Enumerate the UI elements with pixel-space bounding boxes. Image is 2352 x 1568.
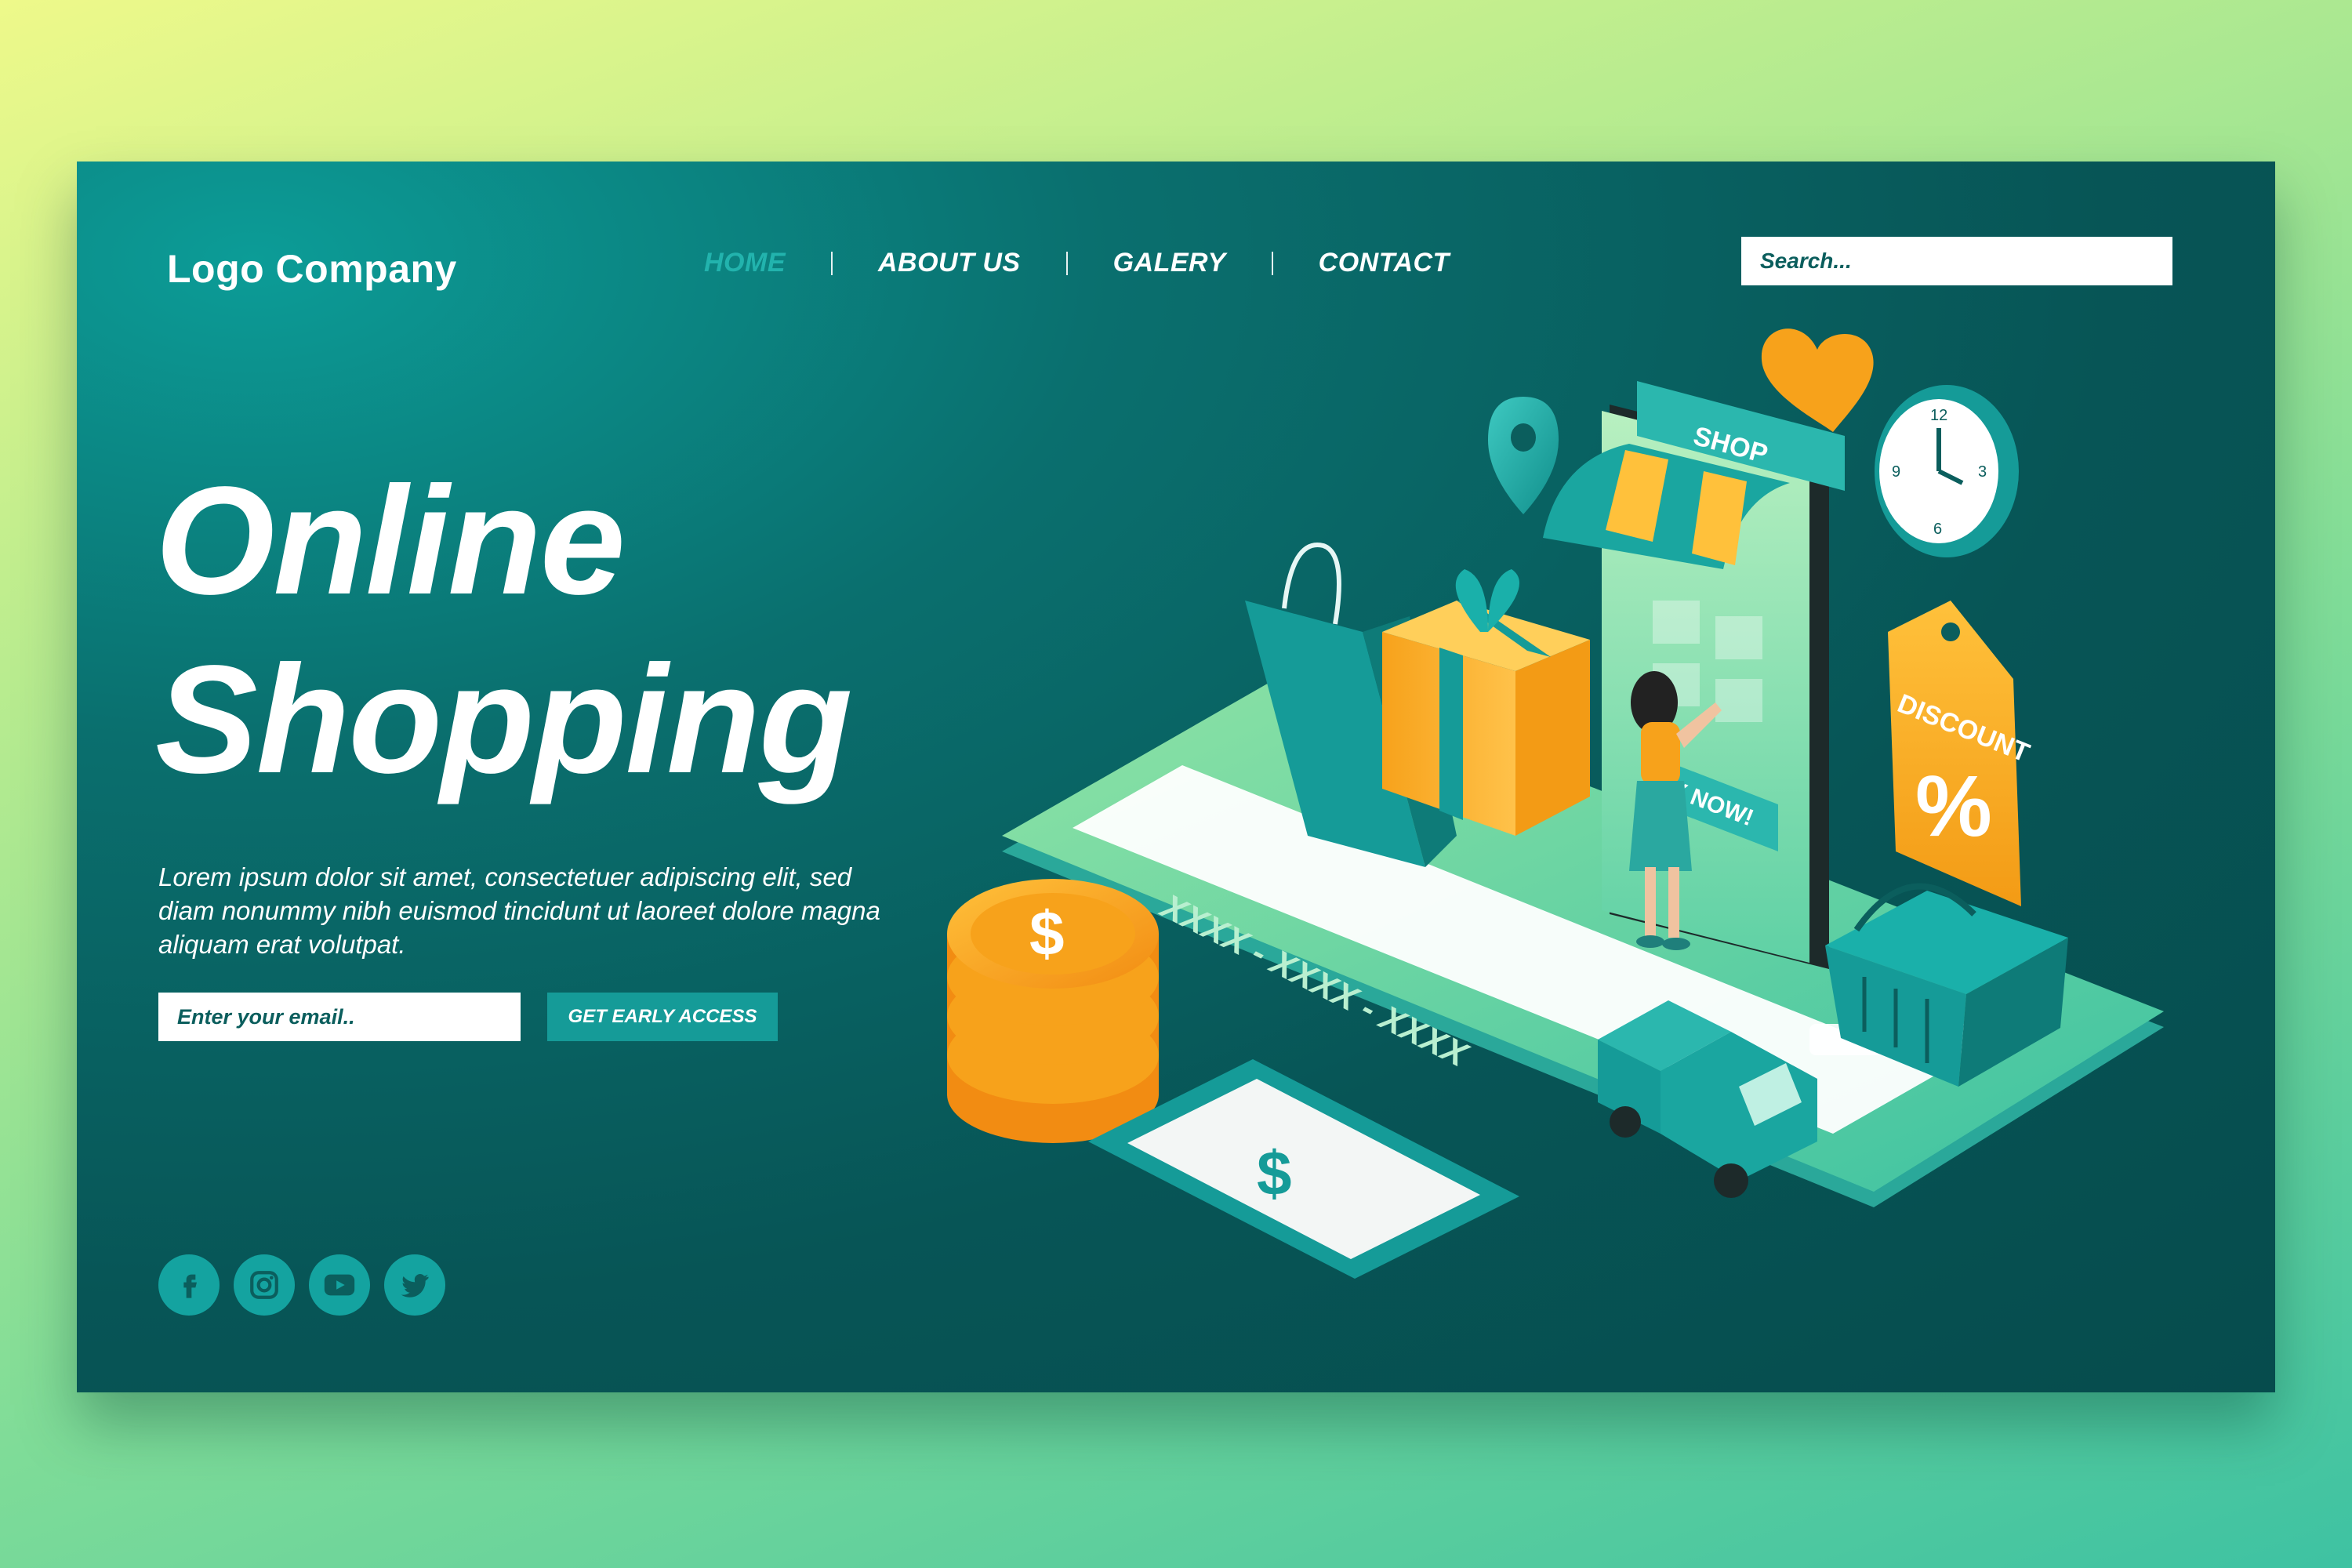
landing-page-panel: XXXX - XXXX - XXXX SHOP Y NOW! 12 3 6 9 … [77,162,2275,1392]
get-early-access-button[interactable]: GET EARLY ACCESS [547,993,778,1041]
hero-title: Online Shopping [155,452,853,809]
search-input[interactable] [1741,237,2172,285]
hero-description: Lorem ipsum dolor sit amet, consectetuer… [158,862,880,959]
clock-twelve: 12 [1930,407,1947,424]
nav-galery[interactable]: GALERY [1113,248,1226,278]
main-navigation: HOME ABOUT US GALERY CONTACT [704,248,1450,278]
clock-three: 3 [1978,463,1987,481]
facebook-icon[interactable] [158,1254,220,1316]
nav-about-us[interactable]: ABOUT US [878,248,1021,278]
banknote-currency-symbol: $ [1257,1138,1292,1208]
discount-percent: % [1915,758,1992,855]
gift-box [1382,569,1590,836]
clock-six: 6 [1933,521,1942,538]
email-field[interactable] [158,993,521,1041]
nav-divider [1065,251,1068,275]
nav-home[interactable]: HOME [704,248,786,278]
youtube-icon[interactable] [309,1254,370,1316]
location-pin-icon [1488,397,1559,514]
hero-title-line-2: Shopping [155,633,853,805]
heart-icon [1761,328,1874,432]
nav-divider [1271,251,1273,275]
clock-icon: 12 3 6 9 [1875,385,2019,557]
coin-currency-symbol: $ [1029,898,1065,968]
discount-tag: DISCOUNT % [1888,601,2034,906]
social-links [158,1254,445,1316]
company-logo[interactable]: Logo Company [167,246,457,292]
nav-divider [831,251,833,275]
coin-stack: $ [947,879,1159,1143]
nav-contact[interactable]: CONTACT [1319,248,1450,278]
clock-nine: 9 [1892,463,1900,481]
twitter-icon[interactable] [384,1254,445,1316]
instagram-icon[interactable] [234,1254,295,1316]
hero-title-line-1: Online [155,455,626,626]
